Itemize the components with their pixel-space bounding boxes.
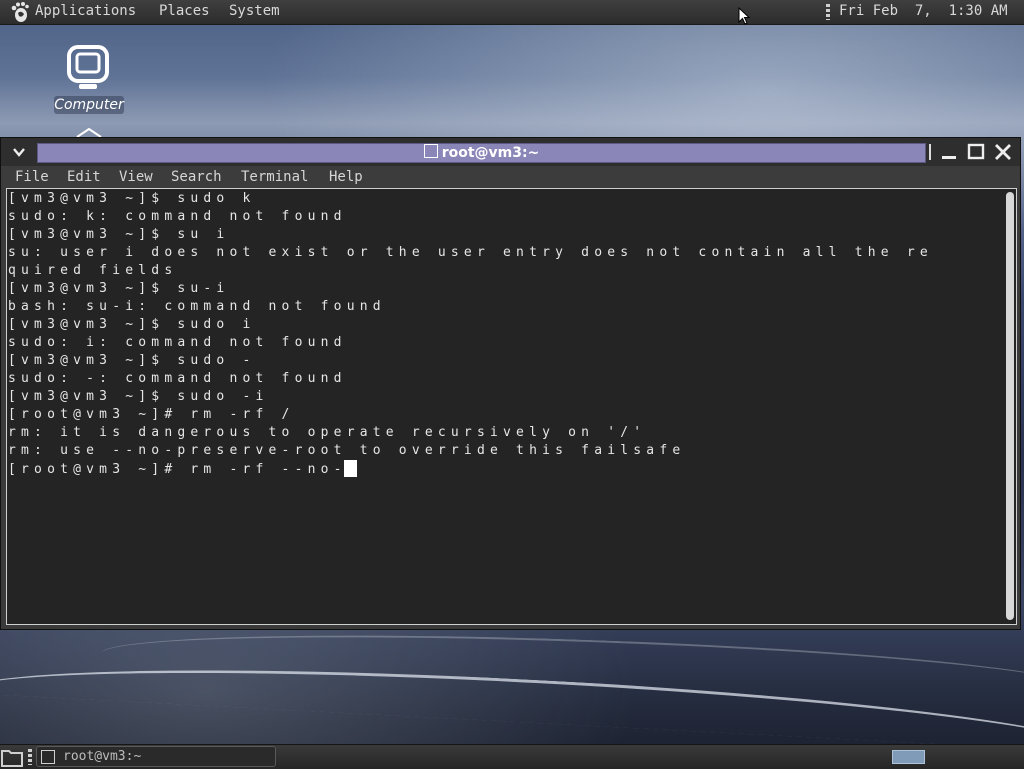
terminal-line: sudo: -: command not found xyxy=(8,371,347,386)
terminal-cursor xyxy=(343,460,357,477)
title-strip[interactable]: root@vm3:~ xyxy=(37,143,926,163)
computer-icon xyxy=(67,45,109,89)
terminal-output: [vm3@vm3 ~]$ sudo k sudo: k: command not… xyxy=(7,189,1016,479)
terminal-line: [vm3@vm3 ~]$ sudo i xyxy=(8,317,256,332)
maximize-icon[interactable] xyxy=(966,143,986,161)
bottom-panel: root@vm3:~ xyxy=(0,744,1024,769)
terminal-icon xyxy=(423,144,438,158)
window-title: root@vm3:~ xyxy=(441,145,540,161)
taskbar-item-label: root@vm3:~ xyxy=(63,749,142,764)
terminal-line: [vm3@vm3 ~]$ sudo -i xyxy=(8,389,269,404)
menu-search[interactable]: Search xyxy=(171,169,222,185)
titlebar-divider xyxy=(929,144,931,160)
minimize-icon[interactable] xyxy=(939,143,959,161)
terminal-line: sudo: i: command not found xyxy=(8,335,347,350)
menu-edit[interactable]: Edit xyxy=(67,169,101,185)
panel-handle[interactable] xyxy=(826,4,830,20)
terminal-line: rm: it is dangerous to operate recursive… xyxy=(8,425,647,440)
terminal-line: bash: su-i: command not found xyxy=(8,299,386,314)
workspace-switcher[interactable] xyxy=(892,750,925,764)
terminal-line: su: user i does not exist or the user en… xyxy=(8,245,933,260)
menu-places[interactable]: Places xyxy=(159,3,210,19)
terminal-line: sudo: k: command not found xyxy=(8,209,347,224)
panel-handle[interactable] xyxy=(28,749,32,765)
window-titlebar[interactable]: root@vm3:~ xyxy=(1,138,1020,166)
gnome-foot-icon[interactable] xyxy=(9,1,31,23)
terminal-line: quired fields xyxy=(8,263,178,278)
terminal-line: [root@vm3 ~]# rm -rf / xyxy=(8,407,295,422)
top-panel: Applications Places System Fri Feb 7, 1:… xyxy=(0,0,1024,25)
terminal-scrollbar[interactable] xyxy=(1006,192,1014,620)
terminal-icon xyxy=(41,750,55,764)
terminal-line: [vm3@vm3 ~]$ sudo - xyxy=(8,353,256,368)
menu-view[interactable]: View xyxy=(119,169,153,185)
menu-system[interactable]: System xyxy=(229,3,280,19)
menu-help[interactable]: Help xyxy=(329,169,363,185)
terminal-prompt-line: [root@vm3 ~]# rm -rf --no- xyxy=(8,462,347,477)
mouse-pointer-icon xyxy=(738,7,750,25)
terminal-line: [vm3@vm3 ~]$ su-i xyxy=(8,281,230,296)
desktop-icon-label: Computer xyxy=(54,96,124,114)
menu-terminal[interactable]: Terminal xyxy=(241,169,308,185)
terminal-line: [vm3@vm3 ~]$ sudo k xyxy=(8,191,256,206)
show-desktop-icon[interactable] xyxy=(1,747,23,767)
close-icon[interactable] xyxy=(993,143,1013,161)
clock[interactable]: Fri Feb 7, 1:30 AM xyxy=(839,3,1008,19)
terminal-area[interactable]: [vm3@vm3 ~]$ sudo k sudo: k: command not… xyxy=(6,188,1017,625)
menu-file[interactable]: File xyxy=(15,169,49,185)
menu-applications[interactable]: Applications xyxy=(35,3,136,19)
desktop-icon-computer[interactable]: Computer xyxy=(50,44,128,116)
terminal-menubar: File Edit View Search Terminal Help xyxy=(1,166,1020,188)
window-menu-chevron-icon[interactable] xyxy=(11,144,27,160)
terminal-line: [vm3@vm3 ~]$ su i xyxy=(8,227,230,242)
terminal-line: rm: use --no-preserve-root to override t… xyxy=(8,443,686,458)
taskbar-item-terminal[interactable]: root@vm3:~ xyxy=(36,746,276,767)
terminal-window: root@vm3:~ File Edit View Search Termina… xyxy=(0,137,1021,630)
